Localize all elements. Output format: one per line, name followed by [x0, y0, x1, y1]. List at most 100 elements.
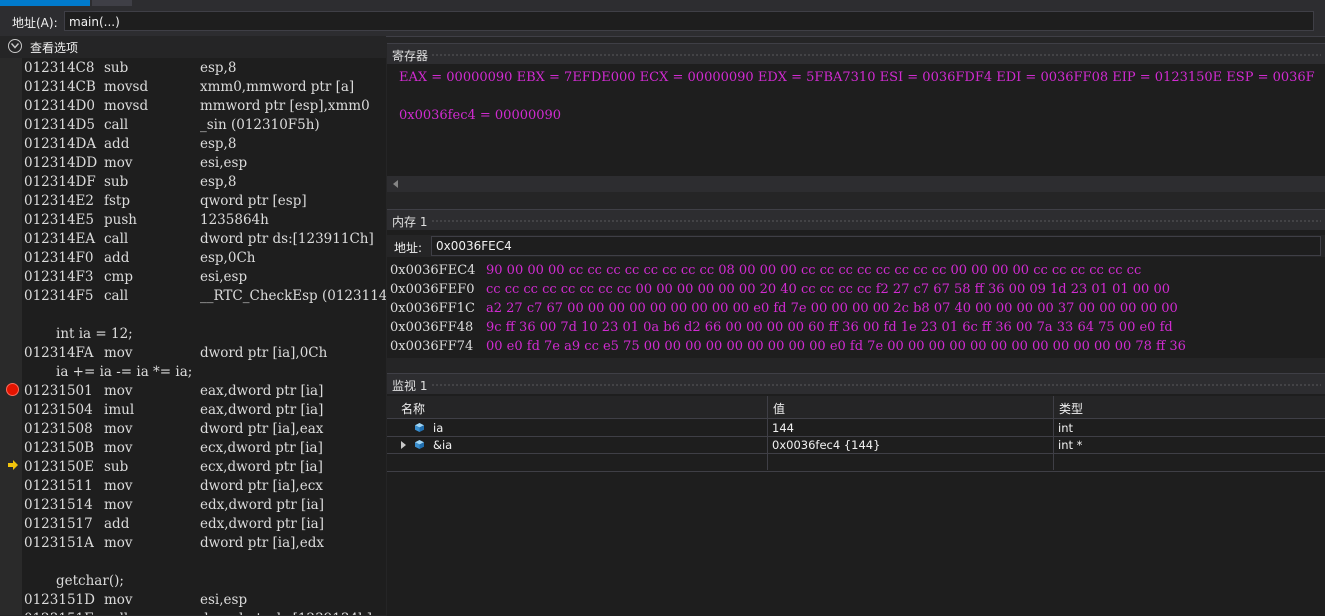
watch-type: int *: [1058, 438, 1083, 452]
instruction-operands: esp,8: [200, 60, 237, 76]
watch-title: 监视 1: [392, 379, 428, 393]
instruction-address: 01231517: [24, 516, 93, 532]
instruction-address: 01231508: [24, 421, 93, 437]
instruction-address: 012314DD: [24, 155, 98, 171]
watch-name[interactable]: &ia: [433, 438, 452, 452]
instruction-address: 012314DA: [24, 136, 97, 152]
watch-value[interactable]: 0x0036fec4 {144}: [772, 438, 880, 452]
instruction-address: 0123151D: [24, 592, 95, 608]
instruction-opcode: add: [104, 516, 130, 532]
view-options[interactable]: 查看选项: [0, 36, 386, 58]
active-document-tab[interactable]: [0, 0, 90, 6]
instruction-operands: esi,esp: [200, 155, 248, 171]
document-tab[interactable]: [92, 0, 132, 6]
watch-add-row[interactable]: [387, 454, 1325, 472]
instruction-opcode: cmp: [104, 269, 134, 285]
instruction-operands: esi,esp: [200, 592, 248, 608]
instruction-address: 012314DF: [24, 174, 96, 190]
instruction-opcode: movsd: [104, 98, 149, 114]
disassembly-address-bar: 地址(A): main(...): [0, 8, 1325, 37]
instruction-address: 012314EA: [24, 231, 96, 247]
column-value-header[interactable]: 值: [773, 400, 785, 417]
watch-value[interactable]: 144: [772, 421, 794, 435]
instruction-operands: esp,0Ch: [200, 250, 256, 266]
registers-title-bar[interactable]: 寄存器: [387, 44, 1325, 64]
scroll-left-icon[interactable]: [393, 180, 398, 188]
registers-horizontal-scrollbar[interactable]: [387, 176, 1325, 192]
instruction-opcode: movsd: [104, 79, 149, 95]
disassembly-window[interactable]: 012314C8 sub esp,8 012314CB movsd xmm0,mmword…: [0, 58, 386, 615]
address-label: 地址(A):: [12, 16, 58, 30]
instruction-operands: edx,dword ptr [ia]: [200, 516, 324, 532]
instruction-operands: ecx,dword ptr [ia]: [200, 459, 323, 475]
instruction-operands: dword ptr [ia],0Ch: [200, 345, 328, 361]
instruction-operands: esp,8: [200, 174, 237, 190]
instruction-address: 012314D0: [24, 98, 95, 114]
watch-title-bar[interactable]: 监视 1: [387, 374, 1325, 394]
instruction-opcode: mov: [104, 497, 133, 513]
instruction-address: 012314CB: [24, 79, 96, 95]
instruction-address: 01231514: [24, 497, 93, 513]
instruction-operands: dword ptr ds:[123911Ch]: [200, 231, 374, 247]
memory-row-bytes: cc cc cc cc cc cc cc cc 00 00 00 00 00 0…: [486, 282, 1170, 297]
instruction-operands: dword ptr ds:[1239134h]: [200, 610, 372, 615]
disassembly-gutter[interactable]: [0, 58, 22, 615]
watch-type: int: [1058, 421, 1073, 435]
instruction-operands: 1235864h: [200, 212, 269, 228]
instruction-opcode: mov: [104, 592, 133, 608]
title-grip: [431, 219, 1321, 222]
arrow-right-icon: [8, 460, 18, 470]
column-name-header[interactable]: 名称: [401, 400, 425, 417]
instruction-opcode: mov: [104, 421, 133, 437]
instruction-address: 0123151A: [24, 535, 94, 551]
watch-row[interactable]: ia 144 int: [387, 420, 1325, 437]
cube-icon: [415, 423, 424, 432]
source-line: int ia = 12;: [56, 326, 133, 342]
document-tab-strip: [0, 0, 1325, 8]
view-options-label: 查看选项: [30, 41, 79, 55]
instruction-opcode: mov: [104, 345, 133, 361]
chevron-down-circle-icon[interactable]: [8, 39, 22, 53]
instruction-operands: dword ptr [ia],edx: [200, 535, 324, 551]
memory-row-bytes: 00 e0 fd 7e a9 cc e5 75 00 00 00 00 00 0…: [486, 339, 1186, 354]
instruction-opcode: mov: [104, 383, 133, 399]
expand-triangle-icon[interactable]: [401, 441, 406, 449]
memory-title-bar[interactable]: 内存 1: [387, 210, 1325, 230]
instruction-opcode: call: [104, 231, 129, 247]
source-line: ia += ia -= ia *= ia;: [56, 364, 193, 380]
memory-panel: 内存 1 地址: 0x0036FEC4 0x0036FEC4 90 00 00 0…: [387, 209, 1325, 358]
breakpoint-icon[interactable]: [6, 383, 19, 396]
memory-address-input[interactable]: 0x0036FEC4: [431, 236, 1321, 256]
instruction-opcode: sub: [104, 459, 129, 475]
instruction-opcode: sub: [104, 174, 129, 190]
instruction-address: 0123150E: [24, 459, 94, 475]
source-line: getchar();: [56, 573, 124, 589]
instruction-operands: eax,dword ptr [ia]: [200, 402, 324, 418]
column-type-header[interactable]: 类型: [1059, 400, 1083, 417]
memory-address-label: 地址:: [394, 241, 423, 255]
instruction-opcode: call: [104, 288, 129, 304]
instruction-address: 012314F0: [24, 250, 94, 266]
instruction-operands: dword ptr [ia],ecx: [200, 478, 323, 494]
instruction-address: 012314F3: [24, 269, 94, 285]
instruction-operands: ecx,dword ptr [ia]: [200, 440, 323, 456]
watch-name[interactable]: ia: [433, 421, 443, 435]
instruction-address: 012314F5: [24, 288, 94, 304]
instruction-opcode: mov: [104, 478, 133, 494]
memory-row-bytes: 90 00 00 00 cc cc cc cc cc cc cc cc 08 0…: [486, 263, 1142, 278]
memory-row-bytes: a2 27 c7 67 00 00 00 00 00 00 00 00 00 e…: [486, 301, 1178, 316]
cube-icon: [415, 440, 424, 449]
watch-panel: 监视 1 名称 值 类型 ia 144 int &ia 0x0036fec4 {144}…: [387, 373, 1325, 616]
instruction-address: 01231511: [24, 478, 93, 494]
instruction-opcode: mov: [104, 535, 133, 551]
instruction-operands: __RTC_CheckEsp (0123114A: [200, 288, 386, 304]
instruction-address: 012314C8: [24, 60, 95, 76]
watch-row[interactable]: &ia 0x0036fec4 {144} int *: [387, 437, 1325, 454]
instruction-operands: esp,8: [200, 136, 237, 152]
title-grip: [431, 383, 1321, 386]
instruction-opcode: call: [104, 117, 129, 133]
memory-row-bytes: 9c ff 36 00 7d 10 23 01 0a b6 d2 66 00 0…: [486, 320, 1173, 335]
memory-title: 内存 1: [392, 215, 428, 229]
register-effective-address: 0x0036fec4 = 00000090: [399, 108, 562, 123]
address-input[interactable]: main(...): [64, 11, 1314, 31]
